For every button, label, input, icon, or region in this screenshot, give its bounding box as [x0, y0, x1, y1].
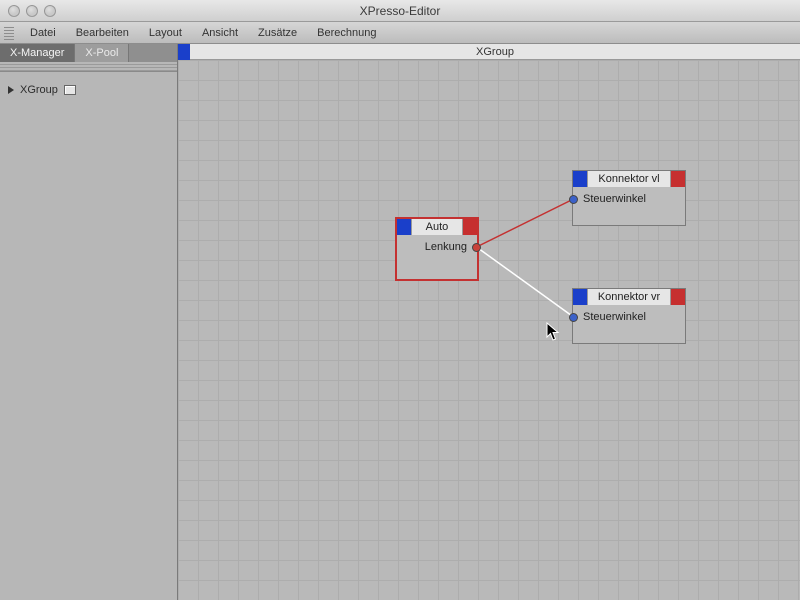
node-output-handle-icon[interactable] — [671, 171, 685, 187]
wires-layer — [178, 60, 800, 600]
menubar: Datei Bearbeiten Layout Ansicht Zusätze … — [0, 22, 800, 44]
node-body: Lenkung — [397, 235, 477, 261]
minimize-icon[interactable] — [26, 5, 38, 17]
canvas-title[interactable]: XGroup — [190, 44, 800, 60]
close-icon[interactable] — [8, 5, 20, 17]
tree-item-xgroup[interactable]: XGroup — [8, 84, 169, 96]
port-label: Steuerwinkel — [583, 311, 646, 323]
menubar-grip-icon[interactable] — [4, 26, 14, 40]
sidebar-grip-icon[interactable] — [0, 62, 177, 72]
canvas-area: XGroup Auto Lenkung — [178, 44, 800, 600]
input-port-icon[interactable] — [569, 313, 578, 322]
node-title: Konnektor vl — [587, 171, 671, 187]
menu-berechnung[interactable]: Berechnung — [307, 22, 386, 43]
port-row-in: Steuerwinkel — [583, 311, 675, 323]
port-row-in: Steuerwinkel — [583, 193, 675, 205]
input-port-icon[interactable] — [569, 195, 578, 204]
sidebar-tabs: X-Manager X-Pool — [0, 44, 177, 62]
node-konnektor-vr[interactable]: Konnektor vr Steuerwinkel — [572, 288, 686, 344]
node-input-handle-icon[interactable] — [573, 289, 587, 305]
tab-x-manager[interactable]: X-Manager — [0, 44, 75, 62]
window-title: XPresso-Editor — [0, 4, 800, 18]
node-title: Konnektor vr — [587, 289, 671, 305]
mouse-cursor-icon — [546, 322, 560, 342]
canvas-header-swatch-icon — [178, 44, 190, 60]
menu-bearbeiten[interactable]: Bearbeiten — [66, 22, 139, 43]
menu-ansicht[interactable]: Ansicht — [192, 22, 248, 43]
node-input-handle-icon[interactable] — [397, 219, 411, 235]
port-label: Lenkung — [425, 241, 467, 253]
traffic-lights — [8, 5, 56, 17]
node-input-handle-icon[interactable] — [573, 171, 587, 187]
xgroup-icon — [64, 85, 76, 95]
window-titlebar: XPresso-Editor — [0, 0, 800, 22]
node-auto[interactable]: Auto Lenkung — [396, 218, 478, 280]
node-title: Auto — [411, 219, 463, 235]
tree-item-label: XGroup — [20, 84, 58, 96]
menu-zusaetze[interactable]: Zusätze — [248, 22, 307, 43]
menu-layout[interactable]: Layout — [139, 22, 192, 43]
node-body: Steuerwinkel — [573, 305, 685, 331]
tab-x-pool[interactable]: X-Pool — [75, 44, 129, 62]
node-konnektor-vl[interactable]: Konnektor vl Steuerwinkel — [572, 170, 686, 226]
canvas-header: XGroup — [178, 44, 800, 60]
node-header[interactable]: Auto — [397, 219, 477, 235]
node-output-handle-icon[interactable] — [671, 289, 685, 305]
zoom-icon[interactable] — [44, 5, 56, 17]
disclosure-triangle-icon[interactable] — [8, 86, 14, 94]
menu-datei[interactable]: Datei — [20, 22, 66, 43]
port-label: Steuerwinkel — [583, 193, 646, 205]
output-port-icon[interactable] — [472, 243, 481, 252]
tree: XGroup — [0, 72, 177, 108]
port-row-out: Lenkung — [407, 241, 467, 253]
sidebar: X-Manager X-Pool XGroup — [0, 44, 178, 600]
node-canvas[interactable]: Auto Lenkung Konnektor vl — [178, 60, 800, 600]
node-body: Steuerwinkel — [573, 187, 685, 213]
node-header[interactable]: Konnektor vr — [573, 289, 685, 305]
node-header[interactable]: Konnektor vl — [573, 171, 685, 187]
node-output-handle-icon[interactable] — [463, 219, 477, 235]
